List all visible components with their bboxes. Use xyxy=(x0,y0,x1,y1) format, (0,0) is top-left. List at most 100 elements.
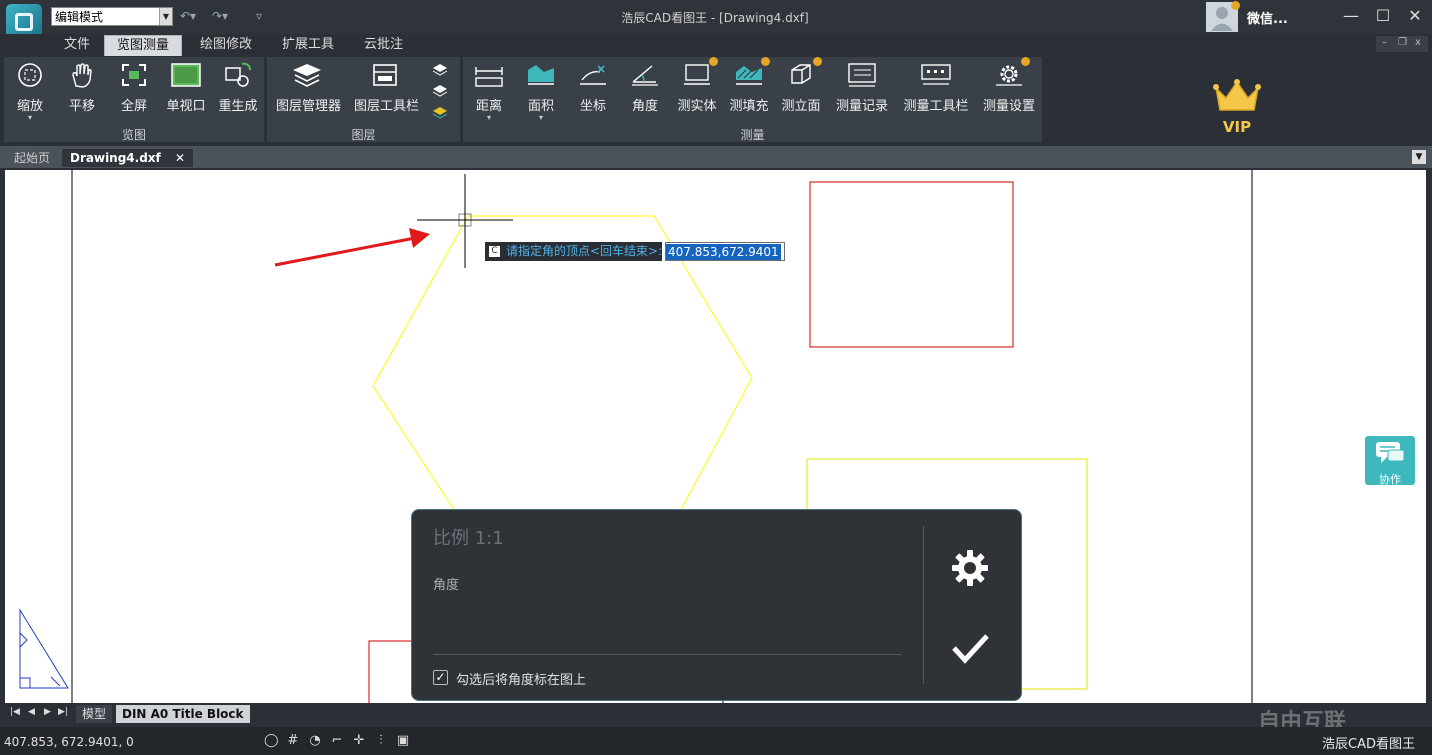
document-tab-bar xyxy=(0,146,1432,168)
measure-toolbar-label: 测量工具栏 xyxy=(903,99,969,114)
ortho-icon[interactable]: ⌐ xyxy=(330,734,344,748)
single-viewport-button[interactable]: 单视口 xyxy=(162,62,210,114)
tab-drawing4[interactable]: Drawing4.dxf ✕ xyxy=(62,149,194,167)
measure-distance-button[interactable]: 距离 ▾ xyxy=(465,62,513,122)
measure-area-button[interactable]: 面积 ▾ xyxy=(517,62,565,122)
command-prompt-text: 请指定角的顶点<回车结束>: xyxy=(506,244,663,258)
cube-icon xyxy=(791,64,811,84)
measure-fill-button[interactable]: 测填充 xyxy=(725,57,773,114)
measure-angle-button[interactable]: 角度 xyxy=(621,62,669,114)
measure-coordinate-label: 坐标 xyxy=(579,99,606,114)
tab-view-measure[interactable]: 览图测量 xyxy=(104,35,183,57)
minimize-button[interactable]: — xyxy=(1340,5,1362,27)
collaborate-button[interactable]: 协作 xyxy=(1365,436,1415,486)
angle-label: 角度 xyxy=(433,578,460,593)
measure-angle-label: 角度 xyxy=(631,99,658,114)
command-input-value: 407.853,672.9401 xyxy=(666,244,781,260)
angle-icon xyxy=(632,65,658,86)
entity-icon xyxy=(684,64,710,85)
quick-access-menu-icon[interactable]: ▿ xyxy=(256,9,262,23)
maximize-button[interactable]: ☐ xyxy=(1372,5,1394,27)
measure-settings-button[interactable]: 测量设置 xyxy=(983,57,1035,114)
layer-manager-button[interactable]: 图层管理器 xyxy=(276,62,342,114)
tab-din-a0-title-block[interactable]: DIN A0 Title Block xyxy=(116,705,250,723)
window-title: 浩辰CAD看图王 - [Drawing4.dxf] xyxy=(621,11,809,25)
crosshair-icon[interactable]: ✛ xyxy=(352,734,366,748)
mark-angle-checkbox[interactable]: ✓ xyxy=(433,670,448,685)
undo-icon[interactable]: ↶▾ xyxy=(180,9,196,23)
user-avatar[interactable] xyxy=(1206,1,1240,32)
tab-extend-tools[interactable]: 扩展工具 xyxy=(270,35,346,55)
viewport-icon xyxy=(171,63,201,87)
group-label-measure: 测量 xyxy=(740,128,765,142)
ucs-icon xyxy=(19,608,69,689)
scale-label: 比例 1:1 xyxy=(433,528,504,549)
ruler-distance-icon xyxy=(475,67,503,87)
tab-draw-modify[interactable]: 绘图修改 xyxy=(188,35,264,55)
panel-confirm-button[interactable] xyxy=(950,628,990,668)
mirror-icon[interactable]: ⫶ xyxy=(374,734,388,748)
measure-coordinate-button[interactable]: 坐标 xyxy=(569,62,617,114)
fit-view-icon[interactable]: ▣ xyxy=(396,734,410,748)
regenerate-button[interactable]: 重生成 xyxy=(214,62,262,114)
layer-state-icons[interactable] xyxy=(431,61,449,121)
close-icon[interactable]: ✕ xyxy=(175,151,185,165)
single-viewport-label: 单视口 xyxy=(166,99,206,114)
tab-cloud-annotate[interactable]: 云批注 xyxy=(352,35,415,55)
zoom-label: 缩放 xyxy=(16,99,43,114)
mode-select-value: 编辑模式 xyxy=(55,10,104,24)
snap-circle-icon[interactable]: ◯ xyxy=(264,734,279,748)
measure-toolbar-button[interactable]: 测量工具栏 xyxy=(903,62,969,114)
tab-file[interactable]: 文件 xyxy=(52,35,102,55)
layer-toolbar-label: 图层工具栏 xyxy=(354,99,420,114)
close-button[interactable]: ✕ xyxy=(1404,5,1426,27)
layers-icon xyxy=(293,64,321,87)
measure-record-button[interactable]: 测量记录 xyxy=(833,62,891,114)
measure-distance-label: 距离 xyxy=(475,99,502,114)
vip-button[interactable]: VIP xyxy=(1212,78,1262,136)
measure-elevation-button[interactable]: 测立面 xyxy=(777,57,825,114)
last-layout-icon[interactable]: ▶| xyxy=(58,707,68,717)
tab-start-page[interactable]: 起始页 xyxy=(6,149,58,167)
vip-badge-icon xyxy=(709,57,718,66)
mdi-minimize-icon[interactable]: – xyxy=(1382,37,1387,48)
fullscreen-button[interactable]: 全屏 xyxy=(110,62,158,114)
user-name[interactable]: 微信... xyxy=(1247,8,1288,27)
next-layout-icon[interactable]: ▶ xyxy=(44,707,51,717)
vip-label: VIP xyxy=(1222,118,1252,136)
vip-badge-icon xyxy=(813,57,822,66)
object-snap-icon[interactable]: ◔ xyxy=(308,734,322,748)
zoom-button[interactable]: 缩放 ▾ xyxy=(6,62,54,122)
measure-area-label: 面积 xyxy=(527,99,554,114)
checkmark-icon xyxy=(952,634,989,664)
tab-list-dropdown[interactable]: ▼ xyxy=(1412,150,1426,164)
layer-manager-label: 图层管理器 xyxy=(276,99,342,114)
layer-toolbar-icon xyxy=(373,64,397,86)
area-icon xyxy=(528,65,554,85)
grid-icon[interactable]: # xyxy=(286,734,300,748)
measure-entity-button[interactable]: 测实体 xyxy=(673,57,721,114)
group-label-view: 览图 xyxy=(121,128,146,142)
first-layout-icon[interactable]: |◀ xyxy=(10,707,20,717)
vip-badge-icon xyxy=(761,57,770,66)
layer-toolbar-button[interactable]: 图层工具栏 xyxy=(354,62,420,114)
brand-label: 浩辰CAD看图王 xyxy=(1322,737,1415,752)
pan-button[interactable]: 平移 xyxy=(58,62,106,114)
angle-measure-panel: 比例 1:1 角度 ✓ 勾选后将角度标在图上 xyxy=(411,509,1022,701)
panel-vertical-divider xyxy=(923,526,924,684)
mdi-window-controls[interactable]: – ❐ x xyxy=(1376,36,1428,52)
vip-badge-icon xyxy=(1231,1,1240,10)
chevron-down-icon: ▾ xyxy=(27,113,32,122)
mode-select[interactable]: 编辑模式 ▼ xyxy=(51,7,173,26)
tab-model[interactable]: 模型 xyxy=(76,705,113,723)
redo-icon[interactable]: ↷▾ xyxy=(212,9,228,23)
mdi-close-icon[interactable]: x xyxy=(1415,37,1421,48)
pan-label: 平移 xyxy=(68,99,95,114)
prev-layout-icon[interactable]: ◀ xyxy=(28,707,35,717)
mdi-restore-icon[interactable]: ❐ xyxy=(1398,37,1407,48)
mark-angle-checkbox-label[interactable]: 勾选后将角度标在图上 xyxy=(456,669,586,688)
command-input[interactable]: 407.853,672.9401 xyxy=(665,242,785,261)
measure-elevation-label: 测立面 xyxy=(781,99,821,114)
measure-toolbar-icon xyxy=(921,64,951,85)
panel-settings-button[interactable] xyxy=(950,548,990,588)
